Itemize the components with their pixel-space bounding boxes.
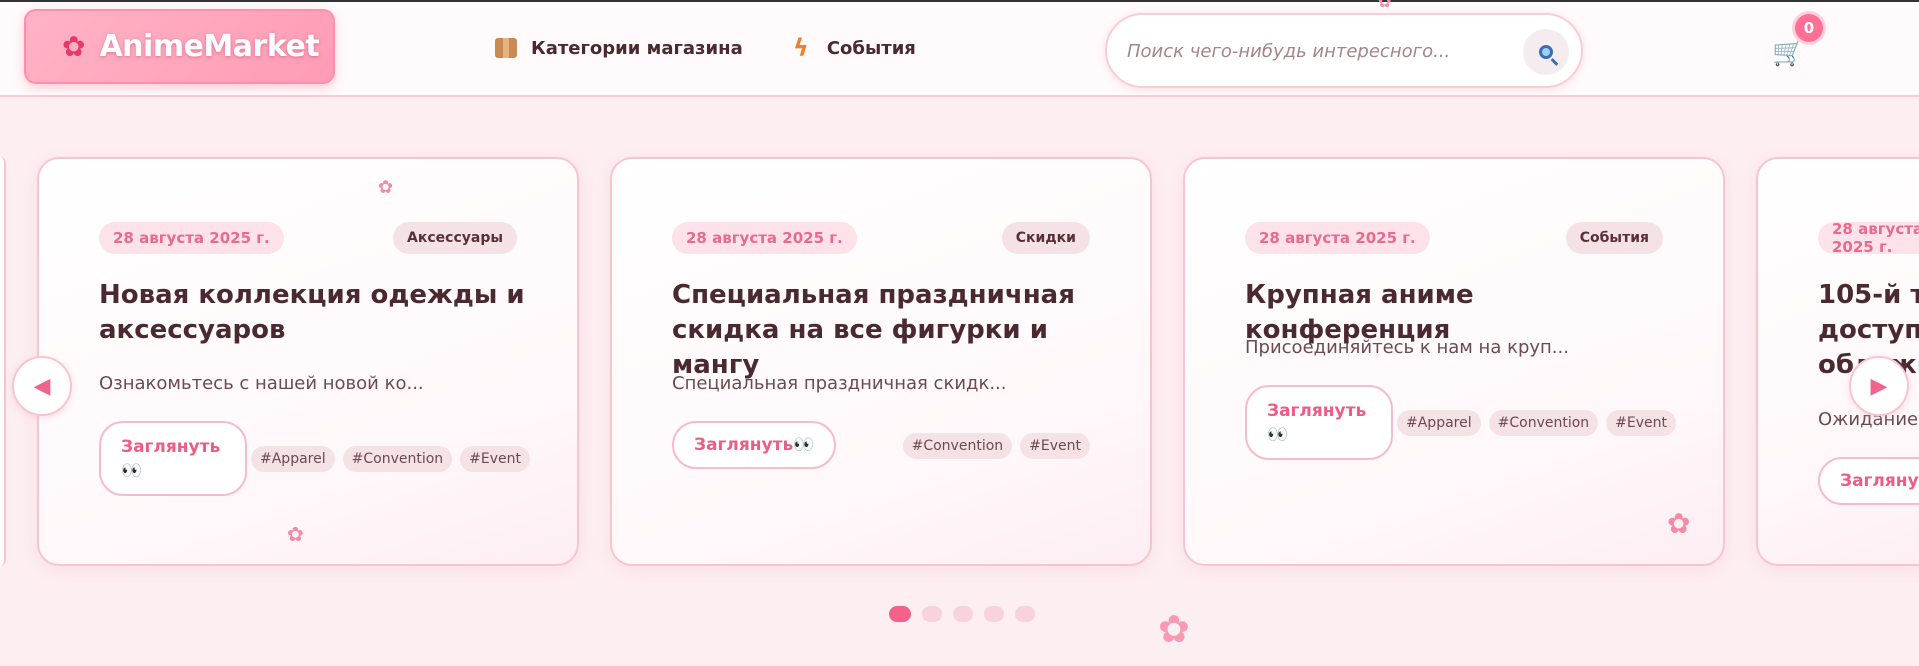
carousel-dot[interactable]: [984, 606, 1004, 622]
card-title: Новая коллекция одежды и аксессуаров: [99, 280, 525, 345]
tag[interactable]: #Convention: [902, 433, 1013, 459]
nav-events[interactable]: ϟ События: [793, 32, 916, 64]
tag[interactable]: #Event: [1606, 410, 1677, 436]
sakura-icon: ✿: [378, 177, 394, 198]
arrow-left-icon: ◀: [33, 373, 51, 399]
peek-button[interactable]: Заглянуть👀: [672, 421, 837, 469]
card-tags: #Apparel #Convention #Event: [251, 446, 531, 472]
card-tags: #Convention #Event: [902, 433, 1090, 459]
card-tags: #Apparel #Convention #Event: [1397, 410, 1677, 436]
carousel-card-prev-edge: [0, 157, 6, 566]
card-date: 28 августа 2025 г.: [99, 222, 284, 254]
nav-events-label: События: [826, 37, 916, 59]
carousel-dot[interactable]: [953, 606, 973, 622]
search-button[interactable]: [1523, 29, 1569, 75]
tag[interactable]: #Apparel: [251, 446, 335, 472]
news-card: ✿ 28 августа 2025 г. Аксессуары Новая ко…: [37, 157, 579, 566]
carousel-dot[interactable]: [889, 606, 911, 622]
search-bar: [1105, 13, 1583, 88]
tag[interactable]: #Event: [1020, 433, 1090, 459]
logo-text: AnimeMarket: [99, 29, 320, 64]
sakura-icon: ✿: [1667, 507, 1691, 540]
news-card: 28 августа 2025 г. События Крупная аниме…: [1183, 157, 1725, 566]
peek-button[interactable]: Заглянуть 👀: [99, 421, 247, 496]
tag[interactable]: #Convention: [1488, 410, 1599, 436]
carousel-dot[interactable]: [922, 606, 942, 622]
search-icon: [1539, 45, 1553, 59]
card-category: Скидки: [1001, 222, 1090, 254]
box-icon: [495, 38, 517, 58]
logo[interactable]: ✿ AnimeMarket: [24, 9, 335, 84]
cart-count-badge: 0: [1795, 14, 1823, 42]
card-description: Ознакомьтесь с нашей новой ко...: [99, 373, 424, 394]
news-card: 28 августа 2025 г. Скидки Специальная пр…: [610, 157, 1152, 566]
carousel-next-button[interactable]: ▶: [1849, 356, 1909, 416]
card-date: 28 августа 2025 г.: [1818, 220, 1919, 256]
peek-button[interactable]: Заглянуть 👀: [1245, 385, 1393, 460]
carousel-prev-button[interactable]: ◀: [12, 356, 72, 416]
carousel-dot[interactable]: [1015, 606, 1035, 622]
sakura-icon: ✿: [1158, 607, 1190, 651]
tag[interactable]: #Apparel: [1397, 410, 1481, 436]
carousel-dots: [889, 606, 1035, 622]
tag[interactable]: #Event: [460, 446, 531, 472]
card-title: Специальная праздничная скидка на все фи…: [672, 280, 1075, 380]
card-category: События: [1565, 222, 1663, 254]
sakura-icon: ✿: [287, 522, 304, 546]
card-description: Специальная праздничная скидк...: [672, 373, 1007, 394]
card-description: Присоединяйтесь к нам на круп...: [1245, 337, 1569, 358]
sakura-icon: ✿: [1378, 0, 1392, 11]
nav-categories-label: Категории магазина: [531, 37, 743, 59]
search-input[interactable]: [1127, 33, 1507, 69]
lightning-icon: ϟ: [793, 34, 809, 62]
site-header: ✿ AnimeMarket Категории магазина ϟ Событ…: [0, 2, 1919, 97]
sakura-icon: ✿: [62, 30, 86, 63]
card-category: Аксессуары: [393, 222, 517, 254]
card-date: 28 августа 2025 г.: [1245, 222, 1430, 254]
arrow-right-icon: ▶: [1870, 373, 1888, 399]
card-date: 28 августа 2025 г.: [672, 222, 857, 254]
peek-button[interactable]: Заглянуть: [1818, 457, 1919, 505]
nav-categories[interactable]: Категории магазина: [495, 32, 743, 64]
cart-icon[interactable]: 🛒: [1772, 38, 1804, 68]
tag[interactable]: #Convention: [342, 446, 453, 472]
